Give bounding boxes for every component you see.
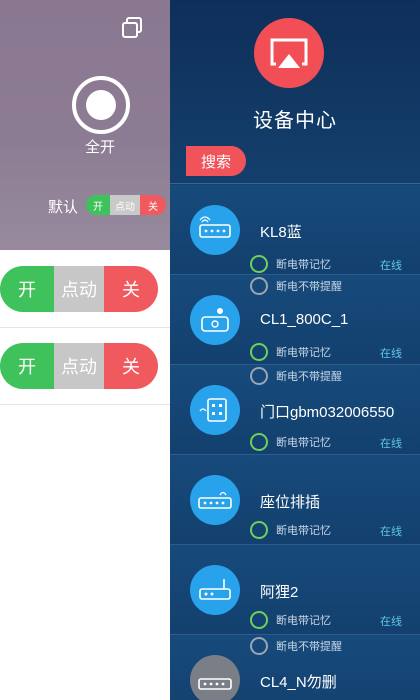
plug-off-icon	[250, 277, 268, 295]
jog-button[interactable]: 点动	[54, 266, 104, 312]
airplay-icon	[270, 38, 308, 68]
lightning-icon	[250, 521, 268, 539]
power-dot-icon	[86, 90, 116, 120]
device-name: 门口gbm032006550	[260, 404, 395, 421]
device-name: KL8蓝	[260, 224, 302, 241]
plug-off-icon	[250, 637, 268, 655]
jog-button[interactable]: 点动	[54, 343, 104, 389]
airplay-button[interactable]	[254, 18, 324, 88]
reminder-tag: 断电不带提醒	[250, 367, 342, 385]
device-item[interactable]: 座位排插 断电带记忆 在线	[170, 455, 420, 545]
power-strip-icon	[190, 205, 240, 255]
default-on-option[interactable]: 开	[86, 195, 110, 215]
device-item[interactable]: 阿狸2 断电带记忆 在线	[170, 545, 420, 635]
memory-tag: 断电带记忆	[250, 433, 331, 451]
device-name: 座位排插	[260, 494, 321, 511]
lightning-icon	[250, 433, 268, 451]
search-button[interactable]: 搜索	[186, 146, 246, 176]
device-item[interactable]: 断电不带提醒 CL4_N勿删	[170, 635, 420, 700]
drawer-title: 设备中心	[253, 110, 337, 132]
switch-row: 开 点动 关	[0, 327, 170, 405]
device-name: CL1_800C_1	[260, 311, 349, 328]
lightning-icon	[250, 255, 268, 273]
switch-control[interactable]: 开 点动 关	[0, 266, 158, 312]
device-item[interactable]: 断电不带提醒 CL1_800C_1 断电带记忆 在线	[170, 275, 420, 365]
off-button[interactable]: 关	[104, 343, 158, 389]
online-status: 在线	[380, 526, 402, 538]
memory-tag: 断电带记忆	[250, 611, 331, 629]
memory-tag: 断电带记忆	[250, 343, 331, 361]
online-status: 在线	[380, 348, 402, 360]
online-status: 在线	[380, 438, 402, 450]
off-button[interactable]: 关	[104, 266, 158, 312]
lightning-icon	[250, 343, 268, 361]
on-button[interactable]: 开	[0, 266, 54, 312]
switch-row: 开 点动 关	[0, 250, 170, 328]
power-strip-icon	[190, 475, 240, 525]
camera-module-icon	[190, 295, 240, 345]
drawer-header: 设备中心 搜索	[170, 0, 420, 184]
default-label: 默认	[48, 199, 79, 216]
on-button[interactable]: 开	[0, 343, 54, 389]
switch-control[interactable]: 开 点动 关	[0, 343, 158, 389]
default-off-option[interactable]: 关	[140, 195, 166, 215]
reminder-tag: 断电不带提醒	[250, 637, 342, 655]
device-item[interactable]: KL8蓝 断电带记忆 在线	[170, 185, 420, 275]
default-mode-toggle[interactable]: 开 点动 关	[86, 195, 166, 215]
online-status: 在线	[380, 616, 402, 628]
memory-tag: 断电带记忆	[250, 255, 331, 273]
wifi-socket-icon	[190, 385, 240, 435]
device-item[interactable]: 断电不带提醒 门口gbm032006550 断电带记忆 在线	[170, 365, 420, 455]
lightning-icon	[250, 611, 268, 629]
default-jog-option[interactable]: 点动	[110, 195, 140, 215]
router-icon	[190, 565, 240, 615]
plug-off-icon	[250, 367, 268, 385]
copy-icon[interactable]	[120, 16, 144, 40]
device-center-drawer: 设备中心 搜索 KL8蓝 断电带记忆 在线 断电不带提醒 CL1_800C_1 …	[170, 0, 420, 700]
all-on-label: 全开	[84, 139, 115, 156]
master-switch-area: 全开 默认 开 点动 关	[0, 0, 170, 250]
memory-tag: 断电带记忆	[250, 521, 331, 539]
reminder-tag: 断电不带提醒	[250, 277, 342, 295]
device-name: CL4_N勿删	[260, 674, 337, 691]
device-name: 阿狸2	[260, 584, 299, 601]
online-status: 在线	[380, 260, 402, 272]
power-strip-icon	[190, 655, 240, 700]
all-on-button[interactable]	[72, 76, 130, 134]
switch-panel: 全开 默认 开 点动 关 开 点动 关 开 点动 关	[0, 0, 170, 700]
